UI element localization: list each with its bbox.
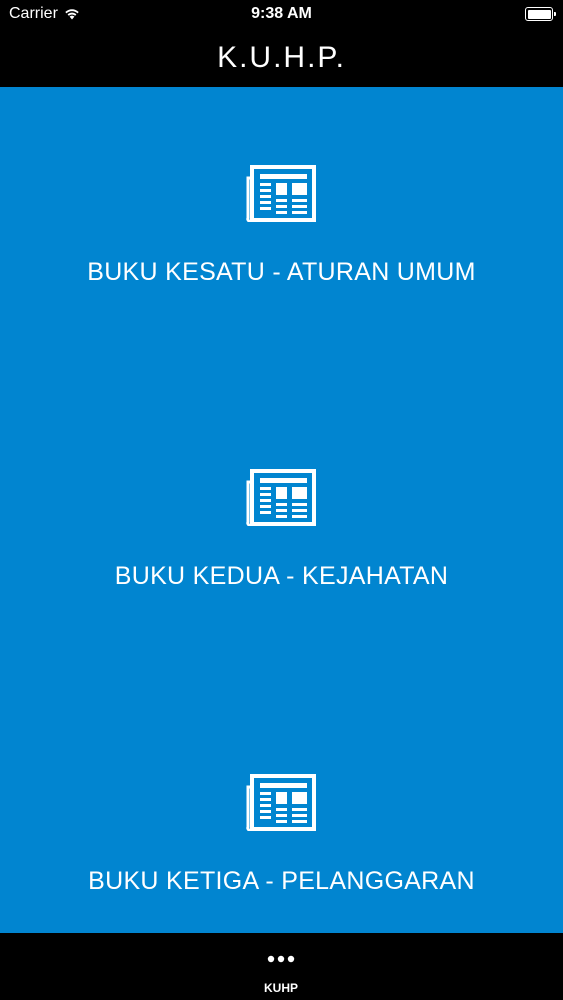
tab-bar: KUHP: [0, 933, 563, 1000]
book-item-kedua[interactable]: BUKU KEDUA - KEJAHATAN: [0, 391, 563, 671]
book-label: BUKU KEDUA - KEJAHATAN: [114, 562, 449, 590]
newspaper-icon: [246, 469, 316, 526]
status-time: 9:38 AM: [251, 5, 312, 22]
more-dots-icon: [267, 955, 295, 963]
book-item-kesatu[interactable]: BUKU KESATU - ATURAN UMUM: [0, 87, 563, 367]
newspaper-icon: [246, 774, 316, 831]
navigation-bar: K.U.H.P.: [0, 28, 563, 87]
book-label: BUKU KETIGA - PELANGGARAN: [88, 867, 475, 895]
battery-icon: [525, 7, 556, 21]
newspaper-icon: [246, 165, 316, 222]
book-label: BUKU KESATU - ATURAN UMUM: [87, 258, 476, 286]
tab-label: KUHP: [263, 981, 298, 995]
app-screen: Carrier 9:38 AM K.U.H.P. BUKU KESATU - A…: [0, 0, 563, 1000]
page-title: K.U.H.P.: [217, 40, 346, 74]
tab-kuhp[interactable]: KUHP: [231, 933, 331, 1000]
battery-level: [527, 9, 551, 19]
book-list: BUKU KESATU - ATURAN UMUM BUKU KEDUA - K…: [0, 87, 563, 933]
status-bar: Carrier 9:38 AM: [0, 0, 563, 28]
